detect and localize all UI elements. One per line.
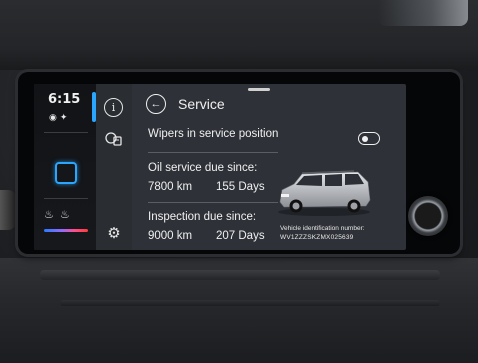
nav-icon-column: i ⚙ xyxy=(96,84,132,250)
temperature-slider[interactable] xyxy=(44,229,88,232)
dashboard-top xyxy=(0,0,478,70)
oil-service-label: Oil service due since: xyxy=(148,162,258,174)
dashboard-trim xyxy=(40,270,440,280)
vin-label: Vehicle identification number: xyxy=(280,225,365,232)
status-icons: ◉✦ xyxy=(49,112,70,123)
seat-heat-left-icon[interactable]: ♨ xyxy=(44,209,60,221)
window-glare xyxy=(378,0,468,26)
vin-value: WV1ZZZSKZMX025639 xyxy=(280,234,354,241)
info-icon[interactable]: i xyxy=(104,98,123,117)
divider xyxy=(44,198,88,199)
drag-handle[interactable] xyxy=(248,88,270,91)
toggle-knob xyxy=(362,135,368,142)
wipers-toggle[interactable] xyxy=(358,132,380,145)
inspection-label: Inspection due since: xyxy=(148,211,257,223)
clock: 6:15 xyxy=(48,92,81,107)
divider xyxy=(148,202,278,203)
divider xyxy=(148,152,278,153)
back-button[interactable]: ← xyxy=(146,94,166,114)
service-page: ← Service Wipers in service position Oil… xyxy=(132,84,406,250)
person-icon: ✦ xyxy=(59,112,71,122)
dashboard-trim-lower xyxy=(60,300,440,306)
left-status-panel: 6:15 ◉✦ ♨♨ xyxy=(34,84,96,250)
infotainment-screen: 6:15 ◉✦ ♨♨ i ⚙ ← Service Wipers in servi… xyxy=(34,84,406,250)
page-title: Service xyxy=(178,96,225,112)
divider xyxy=(44,132,88,133)
settings-icon[interactable]: ⚙ xyxy=(104,224,124,244)
wipers-label: Wipers in service position xyxy=(148,128,279,140)
inspection-days: 207 Days xyxy=(216,230,265,242)
oil-service-icon[interactable] xyxy=(104,129,124,149)
inspection-distance: 9000 km xyxy=(148,230,193,242)
vehicle-image xyxy=(278,170,371,216)
seat-heat-controls[interactable]: ♨♨ xyxy=(44,208,76,221)
seat-heat-right-icon[interactable]: ♨ xyxy=(60,209,76,221)
oil-service-distance: 7800 km xyxy=(148,181,193,193)
rotary-knob[interactable] xyxy=(408,196,448,236)
oil-service-days: 155 Days xyxy=(216,181,265,193)
satellite-icon: ◉ xyxy=(49,112,60,122)
square-home-icon[interactable] xyxy=(55,162,77,184)
left-edge-control xyxy=(0,190,16,230)
